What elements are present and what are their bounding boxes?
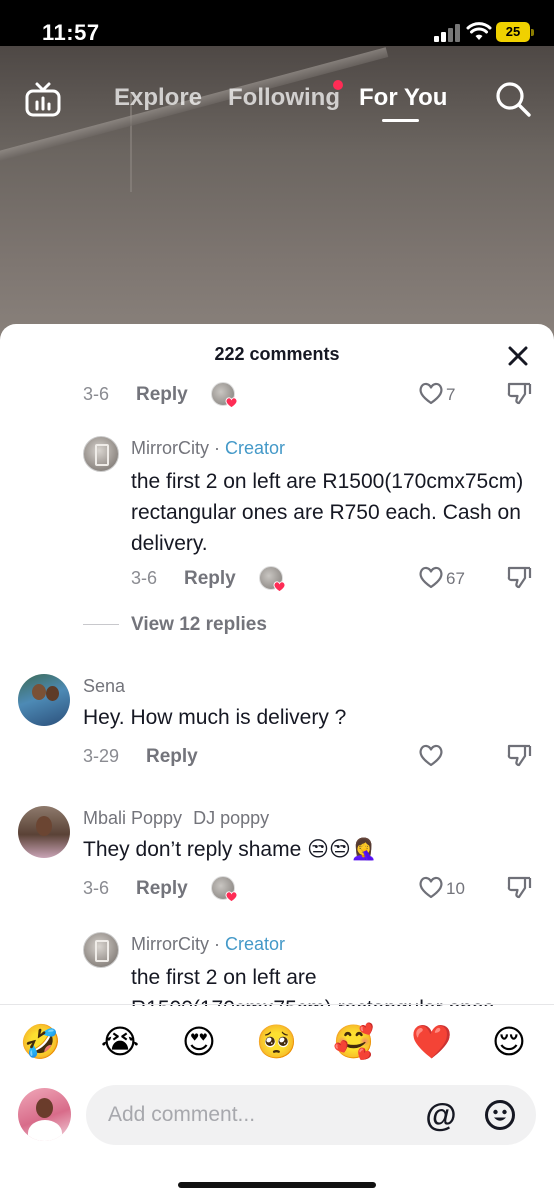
like-count: 10 [446, 879, 465, 898]
view-replies-button[interactable]: View 12 replies [131, 614, 267, 636]
creator-tag: Creator [225, 934, 286, 954]
comment-text[interactable]: the first 2 on left are R1500(170cmx75cm… [131, 466, 541, 559]
cellular-signal-icon [434, 24, 460, 42]
comment-username[interactable]: Mbali Poppy DJ poppy [83, 808, 269, 829]
top-nav: Explore Following For You [0, 74, 554, 124]
comment-date: 3-6 [83, 384, 110, 404]
emoji-rofl[interactable]: 🤣 [20, 1020, 61, 1064]
tab-explore[interactable]: Explore [114, 84, 202, 112]
dislike-icon[interactable] [506, 874, 532, 900]
comment-meta-row: 3-6 Reply 67 [0, 564, 554, 594]
battery-icon: 25 [496, 22, 534, 42]
comments-count-title: 222 comments [214, 344, 340, 364]
avatar[interactable] [18, 806, 70, 858]
comment-item[interactable]: MirrorCity · Creator the first 2 on left… [0, 928, 554, 1006]
reply-button[interactable]: Reply [136, 878, 188, 900]
comment-meta-row: 3-6 Reply 10 [0, 874, 554, 904]
comment-username[interactable]: MirrorCity · Creator [131, 438, 285, 459]
wifi-icon [466, 22, 492, 40]
heart-icon[interactable] [418, 742, 444, 768]
dislike-icon[interactable] [506, 742, 532, 768]
comments-sheet: 222 comments 3-6 Reply 7 MirrorCity · Cr… [0, 324, 554, 1200]
comment-text[interactable]: They don’t reply shame 😒😒🤦‍♀️ [83, 834, 523, 865]
add-comment-input[interactable] [86, 1085, 536, 1145]
creator-tag: Creator [225, 438, 286, 458]
heart-icon[interactable] [418, 380, 444, 406]
emoji-pleading[interactable]: 🥺 [256, 1020, 297, 1064]
reply-button[interactable]: Reply [146, 746, 198, 768]
comment-meta-row: 3-29 Reply [0, 742, 554, 772]
comment-item[interactable]: Mbali Poppy DJ poppy They don’t reply sh… [0, 804, 554, 874]
home-indicator [178, 1182, 376, 1188]
comments-list[interactable]: 3-6 Reply 7 MirrorCity · Creator the fir… [0, 372, 554, 1006]
view-replies-divider [83, 624, 119, 625]
heart-icon[interactable] [418, 564, 444, 590]
live-tv-icon[interactable] [24, 82, 62, 118]
status-bar: 11:57 25 [0, 0, 554, 46]
my-avatar [18, 1088, 71, 1141]
emoji-relieved[interactable]: 😌 [489, 1020, 529, 1064]
heart-icon[interactable] [418, 874, 444, 900]
comment-item[interactable]: Sena Hey. How much is delivery ? [0, 672, 554, 742]
avatar[interactable] [18, 674, 70, 726]
notification-dot [333, 80, 343, 90]
tab-for-you[interactable]: For You [359, 84, 447, 112]
comment-meta-row: 3-6 Reply 7 [0, 380, 554, 410]
active-tab-indicator [382, 119, 419, 122]
emoji-smiling-hearts[interactable]: 🥰 [333, 1020, 374, 1064]
reply-button[interactable]: Reply [184, 568, 236, 590]
creator-liked-heart-icon [225, 397, 238, 409]
comment-username[interactable]: MirrorCity · Creator [131, 934, 285, 955]
status-time: 11:57 [42, 20, 100, 45]
mention-icon[interactable]: @ [424, 1098, 458, 1132]
avatar[interactable] [83, 932, 119, 968]
dislike-icon[interactable] [506, 380, 532, 406]
comment-date: 3-6 [83, 878, 110, 898]
quick-emoji-bar: 🤣 😭 😍 🥺 🥰 ❤️ 😌 [0, 1020, 554, 1064]
creator-liked-heart-icon [225, 891, 238, 903]
comment-text[interactable]: Hey. How much is delivery ? [83, 702, 523, 733]
emoji-picker-icon[interactable] [484, 1099, 516, 1131]
emoji-red-heart[interactable]: ❤️ [411, 1020, 452, 1064]
search-icon[interactable] [494, 80, 532, 118]
comment-date: 3-29 [83, 746, 120, 766]
username-suffix: DJ poppy [193, 808, 270, 828]
emoji-heart-eyes[interactable]: 😍 [179, 1020, 219, 1064]
composer-divider [0, 1004, 554, 1005]
comment-text[interactable]: the first 2 on left are [131, 962, 541, 993]
like-count: 7 [446, 385, 456, 404]
tab-following[interactable]: Following [228, 84, 340, 112]
comment-date: 3-6 [131, 568, 158, 588]
creator-liked-heart-icon [273, 581, 286, 593]
emoji-crying[interactable]: 😭 [100, 1020, 140, 1064]
dislike-icon[interactable] [506, 564, 532, 590]
close-icon[interactable] [506, 344, 530, 368]
comment-username[interactable]: Sena [83, 676, 125, 697]
like-count: 67 [446, 569, 465, 588]
avatar[interactable] [83, 436, 119, 472]
reply-button[interactable]: Reply [136, 384, 188, 406]
